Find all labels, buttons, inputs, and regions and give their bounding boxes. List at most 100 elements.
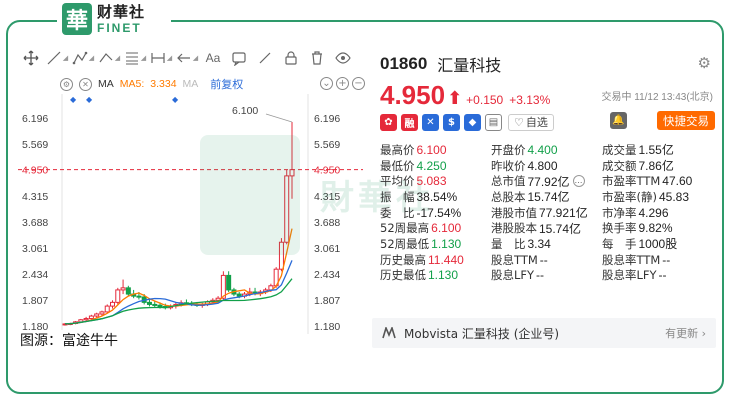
stat-label: 量 比 bbox=[491, 236, 526, 251]
stat-cell: 市净率 4.296 bbox=[602, 205, 715, 221]
settings-icon[interactable]: ⚙ bbox=[60, 77, 73, 91]
candle-body bbox=[226, 274, 232, 291]
adjust-mode-link[interactable]: 前复权 bbox=[210, 76, 243, 92]
fibonacci-icon[interactable]: ◢ bbox=[122, 47, 148, 69]
arrow-tool-icon[interactable]: ◢ bbox=[174, 47, 200, 69]
crosshair-icon[interactable] bbox=[18, 47, 44, 69]
y-right-tick-label: 6.196 bbox=[314, 113, 340, 125]
stat-label: 振 幅 bbox=[380, 189, 415, 204]
bell-icon[interactable]: 🔔 bbox=[610, 112, 627, 129]
horizontal-range-icon[interactable]: ◢ bbox=[148, 47, 174, 69]
stat-value: 1.130 bbox=[428, 268, 459, 283]
stat-label: 历史最高 bbox=[380, 252, 426, 267]
close-indicator-icon[interactable]: ✕ bbox=[79, 77, 92, 91]
candle-body bbox=[110, 301, 116, 307]
more-icon[interactable]: … bbox=[572, 175, 585, 188]
y-right-tick-label: 2.434 bbox=[314, 269, 340, 281]
candle-body bbox=[120, 287, 126, 291]
stat-row: 最低价 4.250 昨收价 4.800 成交额 7.86亿 bbox=[380, 158, 715, 174]
stat-value: 1000股 bbox=[638, 237, 678, 252]
polyline-tool-icon[interactable]: ◢ bbox=[70, 47, 96, 69]
stat-cell: 历史最高 11.440 bbox=[380, 252, 491, 268]
stat-cell: 开盘价 4.400 bbox=[491, 142, 602, 158]
stat-label: 港股市值 bbox=[491, 205, 537, 220]
stat-cell: 最低价 4.250 bbox=[380, 158, 491, 174]
y-tick-label: 6.196 bbox=[22, 113, 48, 125]
quote-panel: 01860 汇量科技 ⚙ 4.950 ⬆ +0.150 +3.13% 交易中 1… bbox=[380, 52, 715, 282]
quick-trade-button[interactable]: 快捷交易 bbox=[657, 111, 715, 130]
stat-label: 股息TTM bbox=[491, 252, 538, 267]
stat-value: 7.86亿 bbox=[638, 159, 674, 174]
candle-body bbox=[88, 315, 94, 320]
stat-label: 成交量 bbox=[602, 142, 637, 157]
stat-label: 市盈率TTM bbox=[602, 174, 661, 189]
line-tool-icon[interactable]: ◢ bbox=[44, 47, 70, 69]
finet-logo: 華 财華社 FINET bbox=[57, 0, 171, 38]
dropdown-icon[interactable]: ⌄ bbox=[320, 77, 333, 90]
stat-label: 昨收价 bbox=[491, 158, 526, 173]
event-marker-icon: ◆ bbox=[172, 95, 179, 104]
zoom-in-icon[interactable]: + bbox=[336, 77, 349, 90]
ma10-label: MA bbox=[182, 78, 199, 90]
stat-value: 15.74亿 bbox=[527, 190, 570, 205]
stat-value: -- bbox=[658, 268, 667, 283]
lock-icon[interactable] bbox=[278, 47, 304, 69]
updates-link[interactable]: 有更新 › bbox=[665, 325, 706, 341]
trend-channel-icon[interactable]: ◢ bbox=[96, 47, 122, 69]
eraser-icon[interactable] bbox=[252, 47, 278, 69]
connect-badge-icon: ✕ bbox=[422, 113, 439, 131]
image-source: 图源：富途牛牛 bbox=[20, 330, 122, 350]
candle-body bbox=[125, 287, 131, 295]
company-account-bar[interactable]: Mobvista 汇量科技 (企业号) 有更新 › bbox=[372, 318, 716, 348]
candle-body bbox=[157, 304, 163, 308]
trash-icon[interactable] bbox=[304, 47, 330, 69]
stat-value: -- bbox=[662, 252, 671, 267]
comment-icon[interactable] bbox=[226, 47, 252, 69]
stat-value: 11.440 bbox=[428, 252, 464, 267]
stat-label: 52周最低 bbox=[380, 236, 430, 251]
logo-cn: 财華社 bbox=[97, 2, 146, 21]
stat-value: 38.54% bbox=[416, 189, 458, 204]
stat-cell: 历史最低 1.130 bbox=[380, 267, 491, 283]
stat-cell: 平均价 5.083 bbox=[380, 173, 491, 189]
watermark-logo bbox=[200, 135, 300, 255]
stat-cell: 股息TTM -- bbox=[491, 252, 602, 268]
stat-label: 历史最低 bbox=[380, 268, 426, 283]
stat-label: 总市值 bbox=[491, 174, 526, 189]
ma5-label: MA5: bbox=[119, 78, 145, 90]
stat-value: 1.130 bbox=[431, 236, 462, 251]
stat-value: 45.83 bbox=[658, 189, 690, 204]
stat-cell: 股息率LFY -- bbox=[602, 267, 715, 283]
stat-label: 股息LFY bbox=[491, 268, 535, 283]
stat-label: 最高价 bbox=[380, 142, 415, 157]
stat-value: 1.55亿 bbox=[638, 143, 674, 158]
y-tick-label: 4.950 bbox=[22, 165, 48, 177]
stat-cell: 成交额 7.86亿 bbox=[602, 157, 715, 174]
stat-row: 历史最低 1.130 股息LFY -- 股息率LFY -- bbox=[380, 268, 715, 284]
add-watchlist-button[interactable]: ♡ 自选 bbox=[508, 113, 554, 131]
stat-value: 3.34 bbox=[527, 236, 551, 251]
candlestick-chart[interactable]: ◆ ◆ ◆6.196 6.1965.569 5.5694.950 4.9504.315 4.… bbox=[18, 94, 363, 334]
price-change-pct: +3.13% bbox=[509, 93, 551, 107]
stat-value: 77.92亿 bbox=[527, 174, 570, 189]
stat-value: -17.54% bbox=[416, 205, 462, 220]
stat-cell: 昨收价 4.800 bbox=[491, 158, 602, 174]
candle-body bbox=[136, 295, 142, 298]
last-price: 4.950 bbox=[380, 80, 446, 110]
document-icon[interactable]: ▤ bbox=[485, 113, 502, 131]
stat-cell: 总股本 15.74亿 bbox=[491, 188, 602, 205]
event-marker-icon: ◆ bbox=[70, 95, 77, 104]
stat-cell: 港股市值 77.921亿 bbox=[491, 204, 602, 221]
stat-label: 总股本 bbox=[491, 189, 526, 204]
zoom-out-icon[interactable]: − bbox=[352, 77, 365, 90]
hk-flag-icon: ✿ bbox=[380, 113, 397, 131]
gear-icon[interactable]: ⚙ bbox=[698, 54, 711, 72]
stat-label: 港股股本 bbox=[491, 221, 537, 236]
y-tick-label: 3.688 bbox=[22, 217, 48, 229]
stat-value: 47.60 bbox=[662, 174, 693, 189]
text-tool-icon[interactable]: Aa bbox=[200, 47, 226, 69]
stat-value: 4.800 bbox=[527, 158, 558, 173]
stat-value: 4.400 bbox=[527, 142, 558, 157]
y-tick-label: 5.569 bbox=[22, 139, 48, 151]
eye-icon[interactable] bbox=[330, 47, 356, 69]
